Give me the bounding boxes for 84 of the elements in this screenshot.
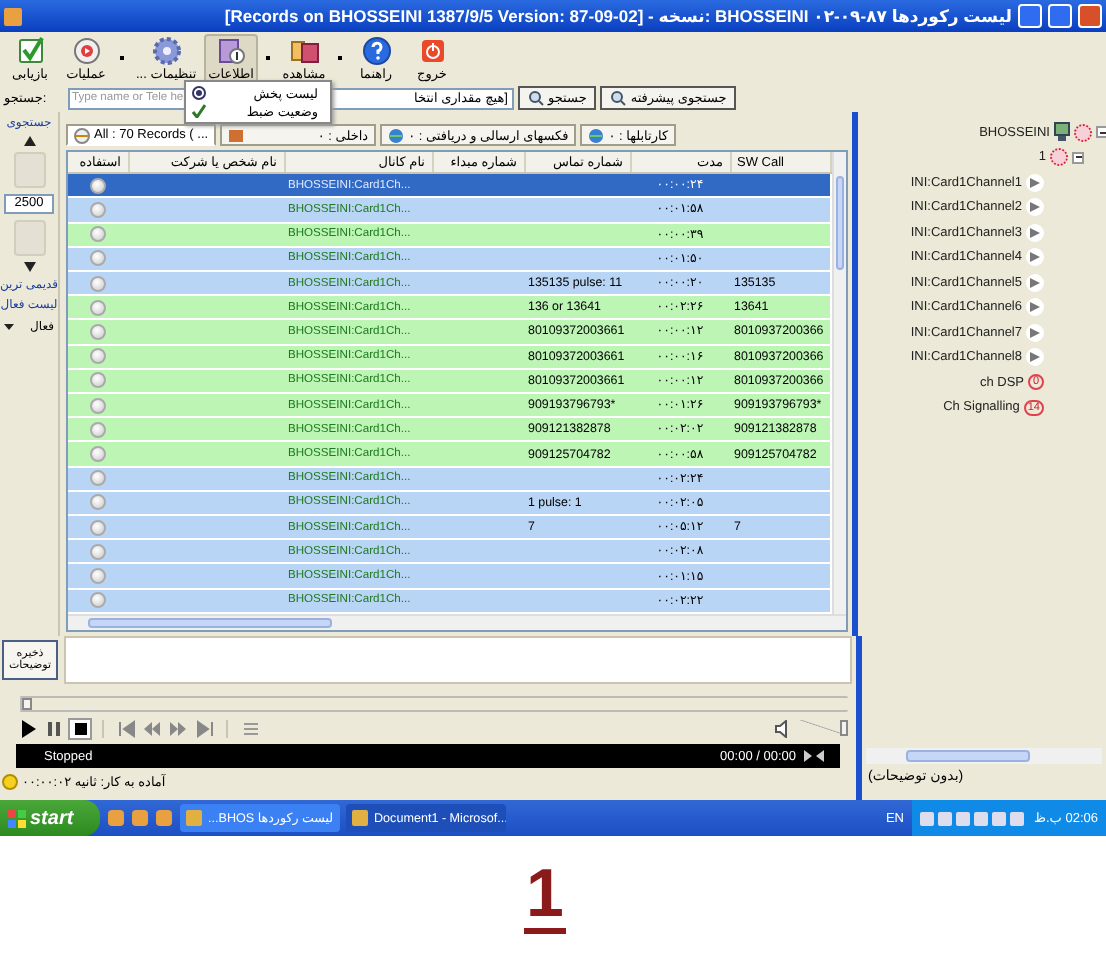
resize-icon [804,750,824,762]
globe-icon [388,127,405,143]
circle-icon [90,226,106,243]
disabled-tool-icon [13,152,45,188]
play-icon [19,719,37,737]
previous-button[interactable] [114,717,138,739]
magnifier-icon [610,90,627,106]
play-icon [1030,202,1040,213]
computer-icon [1054,122,1070,143]
horizontal-scrollbar[interactable] [68,614,846,630]
close-button[interactable] [1078,4,1102,28]
pause-button[interactable] [42,717,66,739]
skip-forward-icon [195,719,213,737]
pause-icon [45,719,63,737]
help-icon [361,36,391,66]
circle-icon [90,299,106,316]
forward-button[interactable] [166,717,190,739]
circle-icon [90,446,106,462]
stop-button[interactable] [68,717,92,739]
books-icon [289,36,319,66]
arrow-up-icon [23,136,35,146]
circle-icon [90,543,106,560]
vertical-scrollbar[interactable] [831,152,846,614]
volume-thumb[interactable] [840,720,848,736]
circle-icon [90,592,106,609]
start-button[interactable]: start [0,800,100,836]
document-icon [216,36,247,66]
circle-icon [90,470,106,487]
circle-icon [90,323,106,340]
collapse-icon[interactable] [1072,151,1084,164]
next-button[interactable] [192,717,216,739]
checkmark-icon [15,36,45,66]
circle-icon [90,348,106,365]
circle-icon [90,372,106,389]
maximize-button[interactable] [1048,4,1072,28]
circle-icon [90,421,106,438]
warning-icon [2,773,18,789]
play-icon [1030,177,1040,188]
folder-icon [228,127,245,143]
play-icon [1030,277,1040,288]
figure-number: 1 [524,860,566,934]
circle-icon [90,397,106,414]
list-icon [241,719,259,737]
power-icon [417,36,447,66]
circle-icon [90,250,106,267]
fast-forward-icon [169,719,187,737]
playlist-button[interactable] [238,717,262,739]
dropdown-arrow-icon [4,324,14,330]
disc-icon [74,127,90,143]
disabled-tool-icon [13,220,45,256]
circle-icon [90,275,106,292]
notes-field[interactable] [64,636,852,684]
radio-icon [192,86,206,100]
gear-icon [151,36,182,66]
play-icon [1030,302,1040,313]
window-icon [352,810,368,826]
play-button[interactable] [16,717,40,739]
windows-logo-icon [8,809,26,827]
circle-icon [90,519,106,536]
minimize-button[interactable] [1018,4,1042,28]
disc-icon [71,36,101,66]
window-icon [186,810,202,826]
skip-back-icon [117,719,135,737]
circle-icon [90,568,106,585]
app-icon [4,7,22,25]
rewind-icon [143,719,161,737]
checkmark-icon [192,104,206,118]
circle-icon [90,201,106,218]
globe-icon [588,127,605,143]
horizontal-scrollbar[interactable] [866,748,1102,764]
circle-icon [90,494,106,511]
collapse-icon[interactable] [1096,126,1106,139]
window-title: لیست رکوردها BHOSSEINI ۰۲-۰۹-۸۷ :نسخه - [Records on BHOSSEINI 1387/9/5 Version: 87-09-02] [222,5,1012,27]
play-icon [1030,252,1040,263]
play-icon [1030,352,1040,363]
magnifier-icon [528,90,544,106]
rewind-button[interactable] [140,717,164,739]
arrow-down-icon [23,262,35,272]
speaker-icon [774,719,792,737]
circle-icon [90,177,106,194]
play-icon [1030,327,1040,338]
stop-icon [71,719,89,737]
seek-thumb[interactable] [22,698,32,710]
play-icon [1030,227,1040,238]
